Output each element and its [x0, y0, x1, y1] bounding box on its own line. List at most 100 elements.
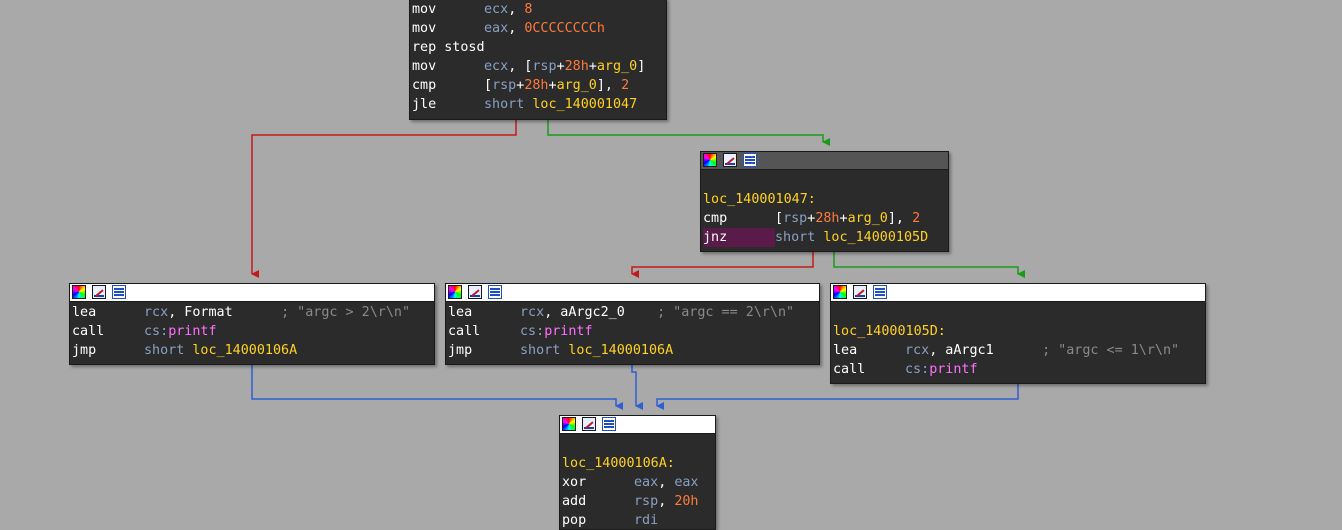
mnemonic: add	[562, 494, 587, 509]
color-palette-icon[interactable]	[562, 417, 576, 431]
instruction-line[interactable]: xor eax, eax	[562, 473, 715, 492]
operand: +	[556, 59, 565, 74]
graph-overview-icon[interactable]	[602, 417, 616, 431]
operand[interactable]: arg_0	[848, 211, 888, 226]
edge-true-to-le[interactable]	[833, 252, 1025, 278]
instruction-line[interactable]: jle short loc_140001047	[412, 95, 666, 114]
mnemonic: jmp	[72, 343, 97, 358]
instruction-line[interactable]: mov eax, 0CCCCCCCCh	[412, 19, 666, 38]
graph-overview-icon[interactable]	[112, 285, 126, 299]
instruction-line[interactable]: pop rdi	[562, 511, 715, 530]
mnemonic: lea	[833, 343, 858, 358]
operand[interactable]: printf	[168, 324, 216, 339]
mnemonic: mov	[412, 2, 437, 17]
operand[interactable]: printf	[929, 362, 977, 377]
block-label[interactable]: loc_14000106A:	[562, 454, 715, 473]
mnemonic: call	[72, 324, 105, 339]
operand[interactable]: loc_14000106A	[568, 343, 673, 358]
color-palette-icon[interactable]	[703, 153, 717, 167]
operand: ,	[658, 494, 675, 509]
instruction-line[interactable]: lea rcx, aArgc1 ; "argc <= 1\r\n"	[833, 341, 1205, 360]
operand: 20h	[674, 494, 699, 509]
mnemonic: cmp	[412, 78, 437, 93]
edge-gt-to-exit[interactable]	[251, 365, 623, 410]
edit-node-icon[interactable]	[92, 285, 106, 299]
operand[interactable]: loc_14000106A	[192, 343, 297, 358]
operand: [	[775, 211, 784, 226]
instruction-line[interactable]: jmp short loc_14000106A	[72, 341, 434, 360]
mnemonic: jmp	[448, 343, 473, 358]
instruction-line[interactable]: mov ecx, [rsp+28h+arg_0]	[412, 57, 666, 76]
operand: ; "argc == 2\r\n"	[657, 305, 795, 320]
operand: rsp	[492, 78, 517, 93]
edit-node-icon[interactable]	[468, 285, 482, 299]
edit-node-icon[interactable]	[582, 417, 596, 431]
operand: ],	[887, 211, 913, 226]
instruction-line[interactable]: jmp short loc_14000106A	[448, 341, 819, 360]
operand: eax	[634, 475, 659, 490]
operand: rcx	[520, 305, 545, 320]
node-code: lea rcx, aArgc2_0 ; "argc == 2\r\n" call cs…	[446, 302, 819, 360]
instruction-line[interactable]: add rsp, 20h	[562, 492, 715, 511]
operand: cs:	[144, 324, 169, 339]
operand: ,	[508, 2, 525, 17]
graph-overview-icon[interactable]	[873, 285, 887, 299]
mnemonic: cmp	[703, 211, 728, 226]
node-code: loc_140001047: cmp [rsp+28h+arg_0], 2 jnz sh…	[701, 170, 948, 247]
instruction-line[interactable]: call cs:printf	[448, 322, 819, 341]
instruction-line[interactable]: mov ecx, 8	[412, 0, 666, 19]
operand[interactable]: loc_14000105D	[823, 230, 928, 245]
operand: 28h	[815, 211, 840, 226]
operand: 8	[524, 2, 533, 17]
instruction-line[interactable]: call cs:printf	[72, 322, 434, 341]
edit-node-icon[interactable]	[853, 285, 867, 299]
graph-node-entry[interactable]: mov ecx, 8 mov eax, 0CCCCCCCCh rep stosd mov e…	[409, 0, 667, 120]
edge-le-to-exit[interactable]	[656, 384, 1019, 410]
instruction-line[interactable]: cmp [rsp+28h+arg_0], 2	[412, 76, 666, 95]
instruction-line[interactable]: lea rcx, Format ; "argc > 2\r\n"	[72, 303, 434, 322]
color-palette-icon[interactable]	[448, 285, 462, 299]
operand: 0CCCCCCCCh	[524, 21, 605, 36]
operand: short	[144, 343, 193, 358]
operand: ,	[658, 475, 675, 490]
block-label[interactable]: loc_14000105D:	[833, 322, 1205, 341]
graph-overview-icon[interactable]	[743, 153, 757, 167]
instruction-line[interactable]: cmp [rsp+28h+arg_0], 2	[703, 209, 948, 228]
mnemonic: mov	[412, 59, 437, 74]
operand[interactable]: arg_0	[557, 78, 597, 93]
graph-node-argc-eq-2[interactable]: lea rcx, aArgc2_0 ; "argc == 2\r\n" call cs…	[445, 283, 820, 365]
edge-false-to-gt[interactable]	[251, 120, 517, 278]
mnemonic: jle	[412, 97, 437, 112]
operand: , aArgc1	[929, 343, 1043, 358]
instruction-line[interactable]: jnz short loc_14000105D	[703, 228, 948, 247]
instruction-line[interactable]: call cs:printf	[833, 360, 1205, 379]
operand[interactable]: loc_140001047	[532, 97, 637, 112]
graph-node-loc-14000106A[interactable]: loc_14000106A: xor eax, eax add rsp, 20h pop r…	[559, 415, 716, 530]
node-header	[831, 284, 1205, 302]
mnemonic: mov	[412, 21, 437, 36]
graph-node-argc-gt-2[interactable]: lea rcx, Format ; "argc > 2\r\n" call cs:pr…	[69, 283, 435, 365]
graph-overview-icon[interactable]	[488, 285, 502, 299]
graph-node-loc-14000105D[interactable]: loc_14000105D: lea rcx, aArgc1 ; "argc <= …	[830, 283, 1206, 384]
operand: 28h	[564, 59, 589, 74]
operand[interactable]: printf	[544, 324, 592, 339]
color-palette-icon[interactable]	[72, 285, 86, 299]
label-text: loc_140001047:	[703, 192, 816, 207]
edit-node-icon[interactable]	[723, 153, 737, 167]
operand: ; "argc <= 1\r\n"	[1042, 343, 1180, 358]
block-label[interactable]: loc_140001047:	[703, 190, 948, 209]
node-header	[701, 152, 948, 170]
instruction-line[interactable]: lea rcx, aArgc2_0 ; "argc == 2\r\n"	[448, 303, 819, 322]
edge-false-to-eq[interactable]	[631, 252, 814, 278]
label-text: loc_14000106A:	[562, 456, 675, 471]
color-palette-icon[interactable]	[833, 285, 847, 299]
operand: cs:	[905, 362, 930, 377]
graph-node-loc-140001047[interactable]: loc_140001047: cmp [rsp+28h+arg_0], 2 jnz sh…	[700, 151, 949, 252]
edge-true-to-cmp[interactable]	[547, 120, 830, 146]
operand: ; "argc > 2\r\n"	[281, 305, 411, 320]
operand[interactable]: arg_0	[597, 59, 637, 74]
operand: eax	[484, 21, 509, 36]
edge-eq-to-exit[interactable]	[631, 365, 643, 410]
instruction-line[interactable]: rep stosd	[412, 38, 666, 57]
